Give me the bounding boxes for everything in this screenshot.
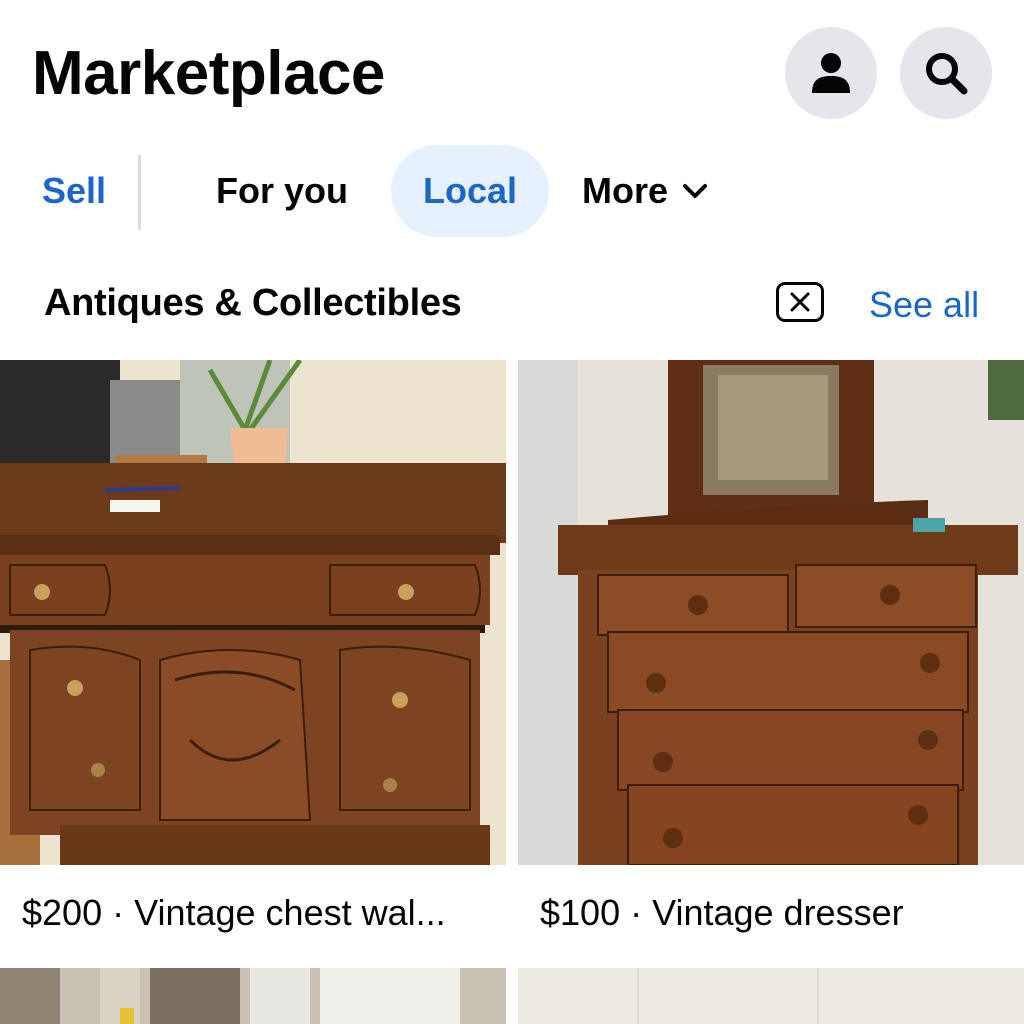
profile-button[interactable] [785, 27, 877, 119]
tab-local[interactable]: Local [391, 145, 549, 237]
listing-photo[interactable] [0, 360, 506, 865]
page-title: Marketplace [32, 39, 385, 108]
person-icon [812, 53, 850, 93]
search-button[interactable] [900, 27, 992, 119]
listing-title[interactable]: $100 · Vintage dresser [540, 888, 904, 938]
tab-divider [138, 155, 141, 230]
listing-price: $100 [540, 892, 621, 933]
listing-photo[interactable] [518, 968, 1024, 1024]
see-all-link[interactable]: See all [869, 280, 979, 330]
listing-photo[interactable] [518, 360, 1024, 865]
listing-photo[interactable] [0, 968, 506, 1024]
listing-separator: · [102, 892, 135, 933]
dismiss-section-button[interactable] [776, 282, 824, 322]
listing-name: Vintage dresser [652, 892, 904, 933]
listing-price: $200 [22, 892, 103, 933]
listing-name: Vintage chest wal... [134, 892, 446, 933]
category-tabs: Sell For you Local More [0, 145, 1024, 237]
listing-separator: · [620, 892, 653, 933]
tab-for-you[interactable]: For you [216, 145, 348, 237]
chevron-down-icon [683, 184, 708, 198]
search-icon [926, 53, 968, 95]
close-icon [790, 292, 810, 312]
tab-sell[interactable]: Sell [42, 145, 106, 237]
tab-more-label: More [582, 170, 669, 211]
listing-title[interactable]: $200 · Vintage chest wal... [22, 888, 446, 938]
tab-more[interactable]: More [582, 145, 708, 237]
section-title: Antiques & Collectibles [44, 282, 462, 324]
